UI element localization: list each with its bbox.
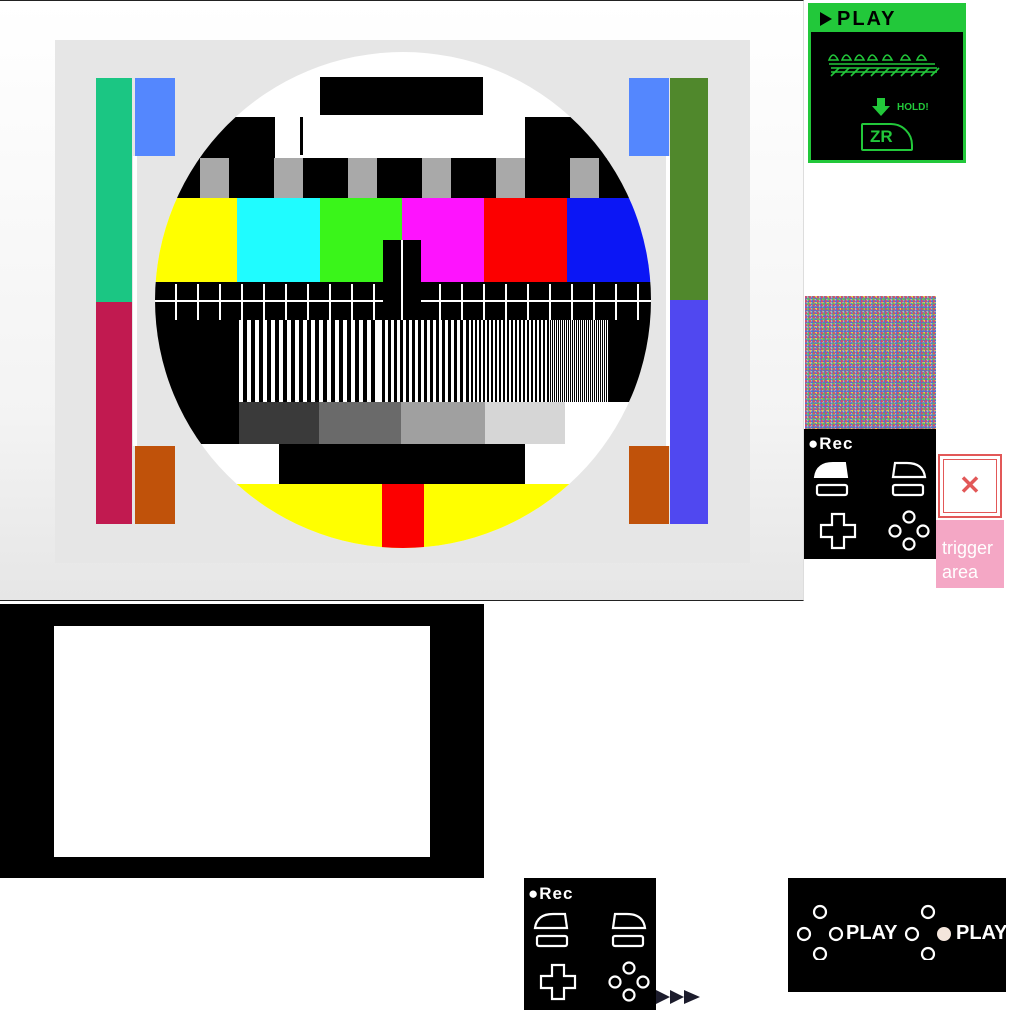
play-hint-title: PLAY [837, 8, 897, 30]
left-trigger-button-icon [813, 462, 849, 497]
face-buttons-icon-2 [608, 961, 650, 1002]
gray-step-3 [401, 402, 485, 444]
play-hint-header: PLAY [811, 6, 963, 32]
color-bar-red [484, 198, 567, 282]
zr-button-label: ZR [870, 127, 893, 146]
right-blue-column [670, 300, 708, 524]
arrow-strip-icon [656, 990, 700, 1004]
right-olive-column [670, 78, 708, 300]
gray-step-1 [239, 402, 319, 444]
left-magenta-column [96, 302, 132, 524]
circle-left-black-step [195, 117, 275, 159]
rec-label: ●Rec [808, 434, 854, 453]
down-arrow-icon [872, 98, 890, 116]
face-buttons-pressed-icon [904, 904, 951, 960]
zr-button-sketch: ZR [861, 123, 913, 151]
face-buttons-icon [888, 510, 930, 551]
color-bar-yellow [155, 198, 237, 282]
static-noise-texture [805, 296, 936, 429]
frequency-grating [239, 320, 609, 402]
hold-label: HOLD! [897, 102, 929, 113]
circle-lower-black-bar [279, 444, 525, 484]
circle-top-black-bar [320, 77, 483, 115]
left-blue-block [135, 78, 175, 156]
color-bar-cyan [237, 198, 320, 282]
screen-display-area [54, 626, 430, 857]
face-buttons-outline-icon [796, 904, 844, 960]
right-connector-line [666, 156, 670, 446]
trigger-area-label: trigger area [942, 538, 994, 582]
gray-step-4 [485, 402, 565, 444]
rec-label-2: ●Rec [528, 884, 574, 903]
dpad-icon-2 [539, 963, 577, 1001]
right-trigger-button-outline-icon [611, 912, 647, 948]
left-connector-line [133, 156, 137, 446]
recorder-panel: ●Rec [804, 429, 936, 559]
play-buttons-panel: PLAY PLAY [788, 878, 1008, 992]
test-pattern-circle [155, 52, 651, 548]
play-label-2[interactable]: PLAY [956, 922, 1008, 945]
trigger-area[interactable]: trigger area [936, 520, 1004, 588]
drum-notes-sketch-icon [827, 54, 940, 77]
gray-step-2 [319, 402, 401, 444]
play-label-1[interactable]: PLAY [846, 922, 898, 945]
close-button[interactable]: ✕ [938, 454, 1002, 518]
circle-center-tick [300, 117, 303, 155]
circle-checker-row [155, 158, 651, 198]
play-triangle-icon [820, 12, 832, 26]
gray-step-left-black [155, 402, 239, 444]
left-green-column [96, 78, 132, 302]
right-blue-block [629, 78, 669, 156]
color-bar-blue [567, 198, 651, 282]
circle-bottom-red [382, 484, 424, 548]
close-icon: ✕ [959, 470, 981, 500]
left-trigger-button-outline-icon [533, 912, 569, 948]
play-hint-card: PLAY HOLD! ZR [808, 3, 966, 163]
right-trigger-button-icon [891, 461, 927, 497]
recorder-panel-2: ●Rec [524, 878, 656, 1010]
dpad-icon [819, 512, 857, 550]
circle-right-black-step [525, 117, 625, 159]
